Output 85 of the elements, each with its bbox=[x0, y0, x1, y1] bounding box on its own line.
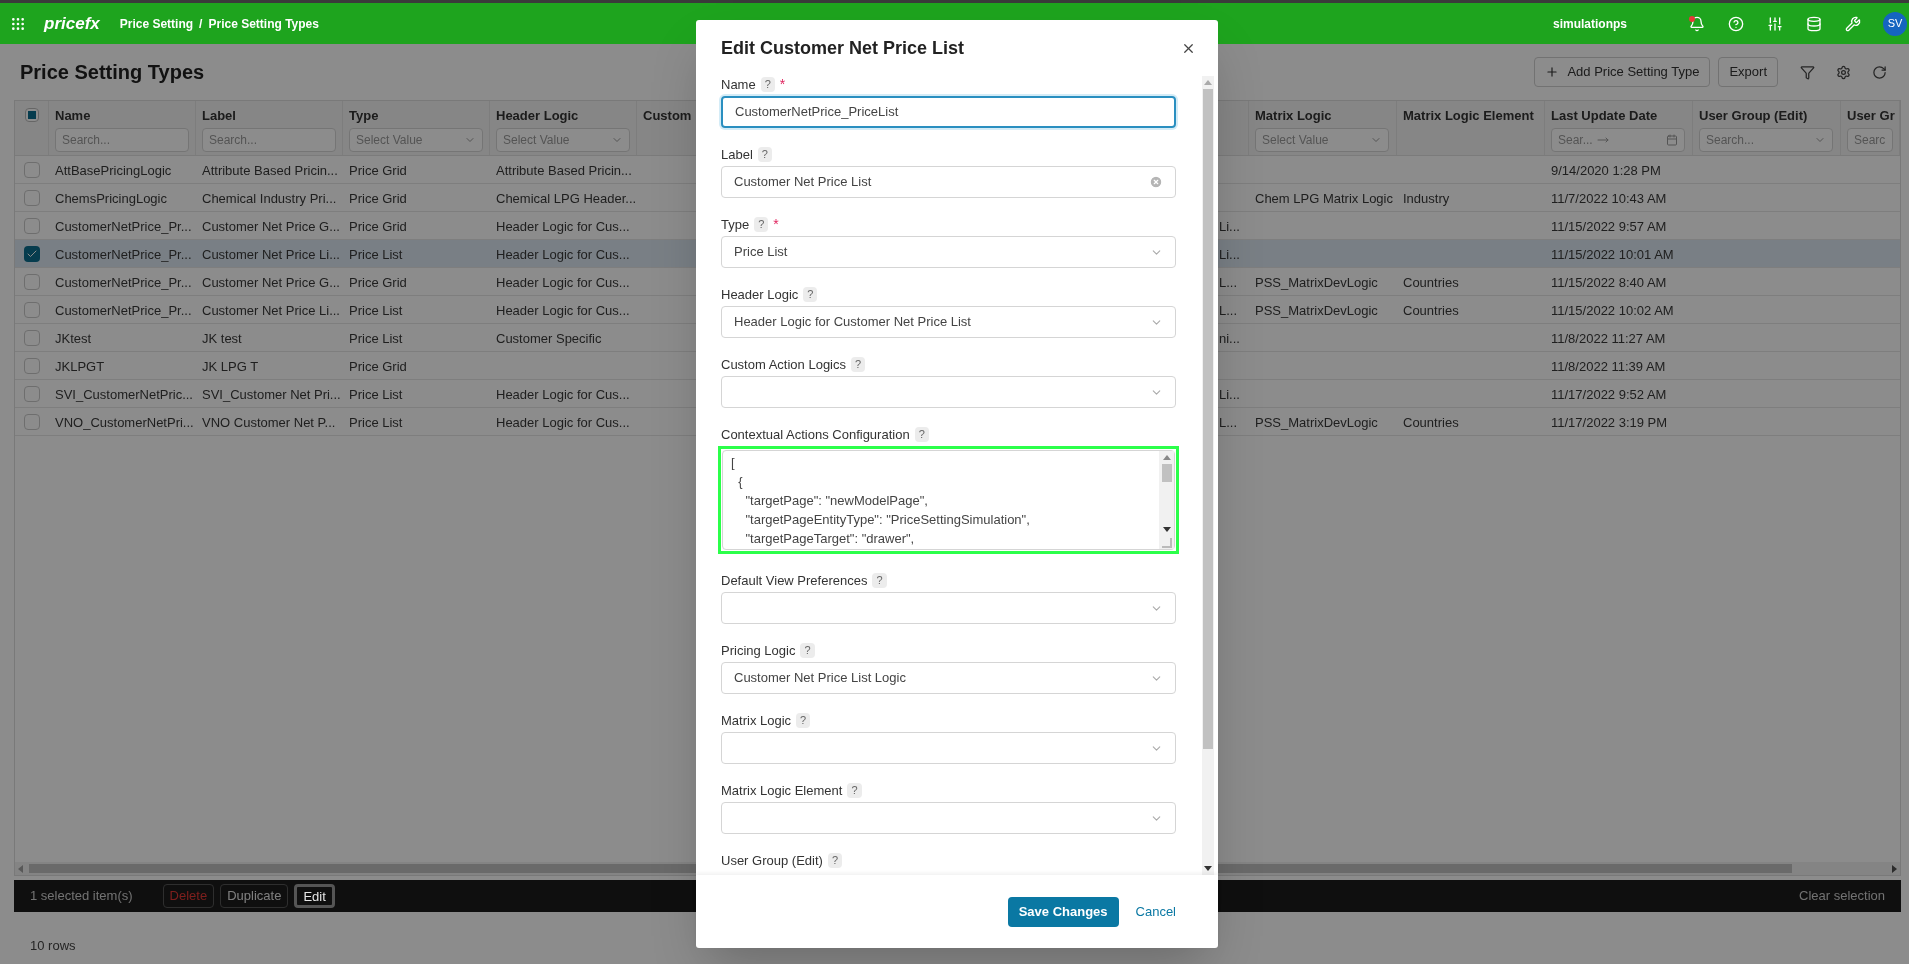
dialog-title: Edit Customer Net Price List bbox=[721, 36, 965, 60]
table-cell: Price Grid bbox=[349, 274, 407, 290]
row-count: 10 rows bbox=[30, 938, 76, 953]
table-cell: Header Logic for Cus... bbox=[496, 386, 630, 402]
table-cell: Industry bbox=[1403, 190, 1450, 206]
table-cell: L... bbox=[1219, 274, 1238, 290]
table-cell: Price Grid bbox=[349, 218, 407, 234]
logo: pricefx bbox=[44, 12, 100, 35]
table-cell: 11/15/2022 10:02 AM bbox=[1551, 302, 1674, 318]
table-cell: Chemical LPG Header... bbox=[496, 190, 637, 206]
field-label: Header Logic bbox=[721, 285, 799, 304]
table-cell: ChemsPricingLogic bbox=[55, 190, 167, 206]
table-cell: L... bbox=[1219, 302, 1238, 318]
field-label: Contextual Actions Configuration bbox=[721, 425, 910, 444]
table-cell: 11/17/2022 3:19 PM bbox=[1551, 414, 1668, 430]
table-cell: Header Logic for Cus... bbox=[496, 414, 630, 430]
table-cell: Li... bbox=[1219, 218, 1240, 234]
table-cell: Price Grid bbox=[349, 190, 407, 206]
table-cell: Li... bbox=[1219, 386, 1240, 402]
table-cell: 11/15/2022 10:01 AM bbox=[1551, 246, 1674, 262]
table-cell: Attribute Based Pricin... bbox=[202, 162, 338, 178]
table-cell: Countries bbox=[1403, 414, 1459, 430]
page-title: Price Setting Types bbox=[20, 60, 205, 85]
field-label: Label bbox=[721, 145, 753, 164]
table-cell: 11/8/2022 11:39 AM bbox=[1551, 358, 1666, 374]
table-cell: Li... bbox=[1219, 246, 1240, 262]
table-cell: SVI_CustomerNetPric... bbox=[55, 386, 193, 402]
table-cell: Customer Net Price G... bbox=[202, 218, 340, 234]
breadcrumb-separator: / bbox=[199, 15, 203, 33]
table-cell: AttBasePricingLogic bbox=[55, 162, 172, 178]
table-cell: 11/15/2022 8:40 AM bbox=[1551, 274, 1667, 290]
table-cell: CustomerNetPrice_Pr... bbox=[55, 218, 192, 234]
table-cell: ni... bbox=[1219, 330, 1240, 346]
table-cell: Countries bbox=[1403, 274, 1459, 290]
table-cell: Countries bbox=[1403, 302, 1459, 318]
table-cell: Price List bbox=[349, 414, 403, 430]
table-cell: Price List bbox=[349, 302, 403, 318]
required-mark: * bbox=[773, 215, 779, 234]
table-cell: Customer Net Price G... bbox=[202, 274, 340, 290]
table-cell: Price List bbox=[349, 386, 403, 402]
table-cell: JK test bbox=[202, 330, 242, 346]
field-label: Type bbox=[721, 215, 750, 234]
table-cell: CustomerNetPrice_Pr... bbox=[55, 302, 192, 318]
table-cell: Header Logic for Cus... bbox=[496, 274, 630, 290]
table-cell: Customer Net Price Li... bbox=[202, 246, 340, 262]
table-cell: Chemical Industry Pri... bbox=[202, 190, 337, 206]
table-cell: 11/17/2022 9:52 AM bbox=[1551, 386, 1667, 402]
field-label: Custom Action Logics bbox=[721, 355, 846, 374]
table-cell: JKtest bbox=[55, 330, 92, 346]
field-label: Name bbox=[721, 76, 756, 94]
field-label: User Group (Edit) bbox=[721, 851, 823, 870]
table-cell: 11/7/2022 10:43 AM bbox=[1551, 190, 1667, 206]
table-cell: JK LPG T bbox=[202, 358, 259, 374]
table-cell: Price Grid bbox=[349, 162, 407, 178]
table-cell: PSS_MatrixDevLogic bbox=[1255, 302, 1378, 318]
table-cell: 11/15/2022 9:57 AM bbox=[1551, 218, 1667, 234]
table-cell: 11/8/2022 11:27 AM bbox=[1551, 330, 1666, 346]
table-cell: L... bbox=[1219, 414, 1238, 430]
table-cell: VNO_CustomerNetPri... bbox=[55, 414, 194, 430]
table-cell: Chem LPG Matrix Logic bbox=[1255, 190, 1393, 206]
table-cell: VNO Customer Net P... bbox=[202, 414, 336, 430]
table-cell: Header Logic for Cus... bbox=[496, 302, 630, 318]
table-cell: Customer Specific bbox=[496, 330, 602, 346]
field-label: Pricing Logic bbox=[721, 641, 796, 660]
table-cell: Attribute Based Pricin... bbox=[496, 162, 632, 178]
code-text: [ { "targetPage": "newModelPage", "targetPageEntityType": "PriceSettingSimulation", "targetPageTarget": "drawer", bbox=[730, 454, 1031, 548]
required-mark: * bbox=[779, 76, 786, 94]
field-label: Matrix Logic Element bbox=[721, 781, 843, 800]
table-cell: CustomerNetPrice_Pr... bbox=[55, 246, 192, 262]
field-label: Matrix Logic bbox=[721, 711, 792, 730]
table-cell: Price Grid bbox=[349, 358, 407, 374]
table-cell: Customer Net Price Li... bbox=[202, 302, 340, 318]
table-cell: 9/14/2020 1:28 PM bbox=[1551, 162, 1661, 178]
table-cell: JKLPGT bbox=[55, 358, 105, 374]
selection-count: 1 selected item(s) bbox=[30, 887, 133, 906]
table-cell: Price List bbox=[349, 246, 403, 262]
user-name: simulationps bbox=[1553, 15, 1627, 33]
table-cell: PSS_MatrixDevLogic bbox=[1255, 274, 1378, 290]
table-cell: SVI_Customer Net Pri... bbox=[202, 386, 341, 402]
table-cell: Header Logic for Cus... bbox=[496, 218, 630, 234]
field-label: Default View Preferences bbox=[721, 571, 868, 590]
table-cell: Header Logic for Cus... bbox=[496, 246, 630, 262]
table-cell: PSS_MatrixDevLogic bbox=[1255, 414, 1378, 430]
table-cell: CustomerNetPrice_Pr... bbox=[55, 274, 192, 290]
table-cell: Price List bbox=[349, 330, 403, 346]
